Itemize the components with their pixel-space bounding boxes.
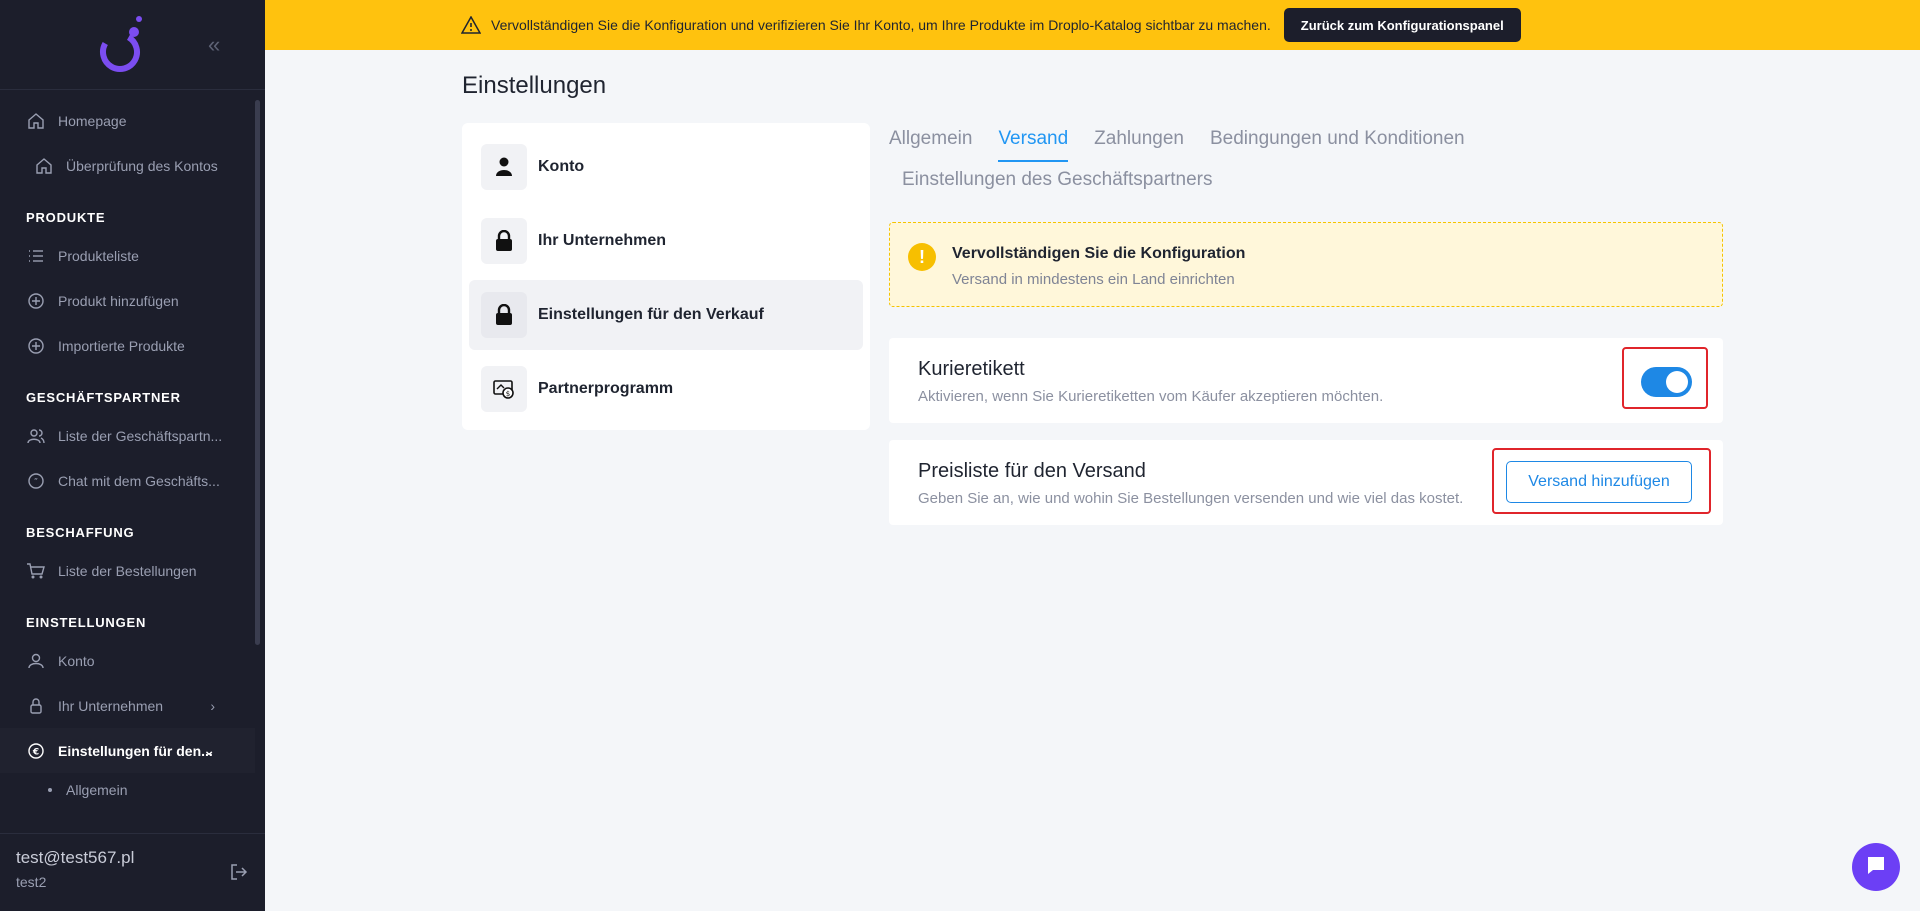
lock-icon — [26, 696, 46, 716]
users-icon — [26, 426, 46, 446]
section-products: PRODUKTE — [26, 210, 106, 225]
sidebar-item-label: Konto — [58, 652, 95, 669]
sidebar-item-product-list[interactable]: Produkteliste — [0, 233, 255, 278]
sidebar-item-label: Ihr Unternehmen — [58, 697, 164, 714]
courier-label-card: Kurieretikett Aktivieren, wenn Sie Kurie… — [889, 338, 1723, 423]
sidebar: « Homepage Überprüfung des Kontos PRODUK… — [0, 0, 265, 911]
sidebar-item-label: Allgemein — [66, 782, 128, 798]
sidebar-item-add-product[interactable]: Produkt hinzufügen — [0, 278, 255, 323]
settings-item-label: Partnerprogramm — [538, 380, 674, 397]
user-email: test@test567.pl — [16, 848, 135, 867]
warning-title: Vervollständigen Sie die Konfiguration — [952, 245, 1246, 262]
user-name: test2 — [16, 874, 47, 890]
settings-item-company[interactable]: Ihr Unternehmen — [469, 206, 863, 276]
courier-title: Kurieretikett — [918, 358, 1025, 380]
sidebar-item-label: Überprüfung des Kontos — [66, 157, 218, 174]
user-icon — [481, 144, 527, 190]
sidebar-item-sales-settings[interactable]: € Einstellungen für den... ⌄ — [0, 728, 255, 773]
chevron-down-icon: ⌄ — [203, 742, 215, 758]
settings-item-account[interactable]: Konto — [469, 132, 863, 202]
chat-bubble-icon — [1864, 853, 1888, 882]
svg-text:”: ” — [34, 477, 38, 486]
sidebar-item-imported[interactable]: Importierte Produkte — [0, 323, 255, 368]
sidebar-subitem-general[interactable]: Allgemein — [0, 773, 255, 807]
logout-icon[interactable] — [229, 862, 249, 887]
tab-shipping[interactable]: Versand — [998, 128, 1069, 162]
cart-icon — [26, 561, 46, 581]
sidebar-item-label: Liste der Bestellungen — [58, 562, 197, 579]
settings-item-label: Konto — [538, 158, 585, 175]
home-icon — [26, 111, 46, 131]
tab-terms[interactable]: Bedingungen und Konditionen — [1210, 128, 1465, 162]
tab-partner-settings[interactable]: Einstellungen des Geschäftspartners — [902, 169, 1213, 203]
sidebar-item-homepage[interactable]: Homepage — [0, 98, 255, 143]
sidebar-item-label: Produkteliste — [58, 247, 139, 264]
sidebar-item-company[interactable]: Ihr Unternehmen › — [0, 683, 255, 728]
settings-item-label: Ihr Unternehmen — [538, 232, 667, 249]
pricelist-subtitle: Geben Sie an, wie und wohin Sie Bestellu… — [918, 490, 1464, 507]
chat-icon: ” — [26, 471, 46, 491]
shipping-pricelist-card: Preisliste für den Versand Geben Sie an,… — [889, 440, 1723, 525]
courier-label-toggle[interactable] — [1641, 367, 1692, 397]
svg-text:$: $ — [506, 390, 510, 398]
warning-subtitle: Versand in mindestens ein Land einrichte… — [952, 271, 1235, 288]
sidebar-item-partner-chat[interactable]: ” Chat mit dem Geschäfts... — [0, 458, 255, 503]
sidebar-item-label: Chat mit dem Geschäfts... — [58, 472, 220, 489]
sidebar-nav: Homepage Überprüfung des Kontos PRODUKTE… — [0, 98, 255, 807]
user-icon — [26, 651, 46, 671]
logo-area: « — [0, 0, 265, 90]
sidebar-item-label: Importierte Produkte — [58, 337, 185, 354]
settings-menu: Konto Ihr Unternehmen Einstellungen für … — [462, 123, 870, 430]
sidebar-item-verify[interactable]: Überprüfung des Kontos — [0, 143, 255, 188]
euro-icon: € — [26, 741, 46, 761]
toggle-knob — [1666, 371, 1688, 393]
add-shipping-button[interactable]: Versand hinzufügen — [1506, 461, 1692, 503]
droplo-logo — [100, 16, 142, 72]
plus-circle-icon — [26, 336, 46, 356]
tab-row: Allgemein Versand Zahlungen Bedingungen … — [889, 128, 1529, 162]
sidebar-item-label: Produkt hinzufügen — [58, 292, 179, 309]
sidebar-item-orders[interactable]: Liste der Bestellungen — [0, 548, 255, 593]
tab-payments[interactable]: Zahlungen — [1094, 128, 1184, 162]
sidebar-scrollbar[interactable] — [255, 100, 260, 645]
section-settings: EINSTELLUNGEN — [26, 615, 147, 630]
settings-item-label: Einstellungen für den Verkauf — [538, 306, 764, 323]
warning-triangle-icon — [461, 16, 481, 34]
add-shipping-highlight: Versand hinzufügen — [1492, 448, 1711, 514]
lock-icon — [481, 292, 527, 338]
sidebar-item-label: Einstellungen für den... — [58, 742, 213, 759]
sidebar-item-partner-list[interactable]: Liste der Geschäftspartn... — [0, 413, 255, 458]
svg-text:€: € — [32, 747, 39, 757]
back-to-config-button[interactable]: Zurück zum Konfigurationspanel — [1283, 8, 1521, 42]
page-title: Einstellungen — [462, 72, 607, 99]
sidebar-item-label: Homepage — [58, 112, 127, 129]
tab-general[interactable]: Allgemein — [889, 128, 972, 162]
config-banner: Vervollständigen Sie die Konfiguration u… — [265, 0, 1920, 50]
user-area: test@test567.pl test2 — [0, 833, 265, 911]
section-procurement: BESCHAFFUNG — [26, 525, 135, 540]
lock-icon — [481, 218, 527, 264]
settings-tabs: Allgemein Versand Zahlungen Bedingungen … — [889, 128, 1529, 201]
plus-circle-icon — [26, 291, 46, 311]
settings-item-partner[interactable]: $ Partnerprogramm — [469, 354, 863, 424]
sidebar-item-account[interactable]: Konto — [0, 638, 255, 683]
settings-item-sales[interactable]: Einstellungen für den Verkauf — [469, 280, 863, 350]
chevron-right-icon: › — [210, 697, 215, 714]
pricelist-title: Preisliste für den Versand — [918, 460, 1146, 482]
tab-row: Einstellungen des Geschäftspartners — [889, 169, 1529, 201]
config-warning: ! Vervollständigen Sie die Konfiguration… — [889, 222, 1723, 307]
sidebar-item-label: Liste der Geschäftspartn... — [58, 427, 223, 444]
home-icon — [34, 156, 54, 176]
section-partners: GESCHÄFTSPARTNER — [26, 390, 181, 405]
double-chevron-left-icon[interactable]: « — [208, 32, 220, 58]
courier-toggle-highlight — [1622, 347, 1708, 409]
exclamation-icon: ! — [908, 243, 936, 271]
bullet-icon — [48, 788, 52, 792]
partner-program-icon: $ — [481, 366, 527, 412]
courier-subtitle: Aktivieren, wenn Sie Kurieretiketten vom… — [918, 388, 1384, 405]
banner-message: Vervollständigen Sie die Konfiguration u… — [491, 17, 1271, 33]
chat-button[interactable] — [1852, 843, 1900, 891]
list-icon — [26, 246, 46, 266]
